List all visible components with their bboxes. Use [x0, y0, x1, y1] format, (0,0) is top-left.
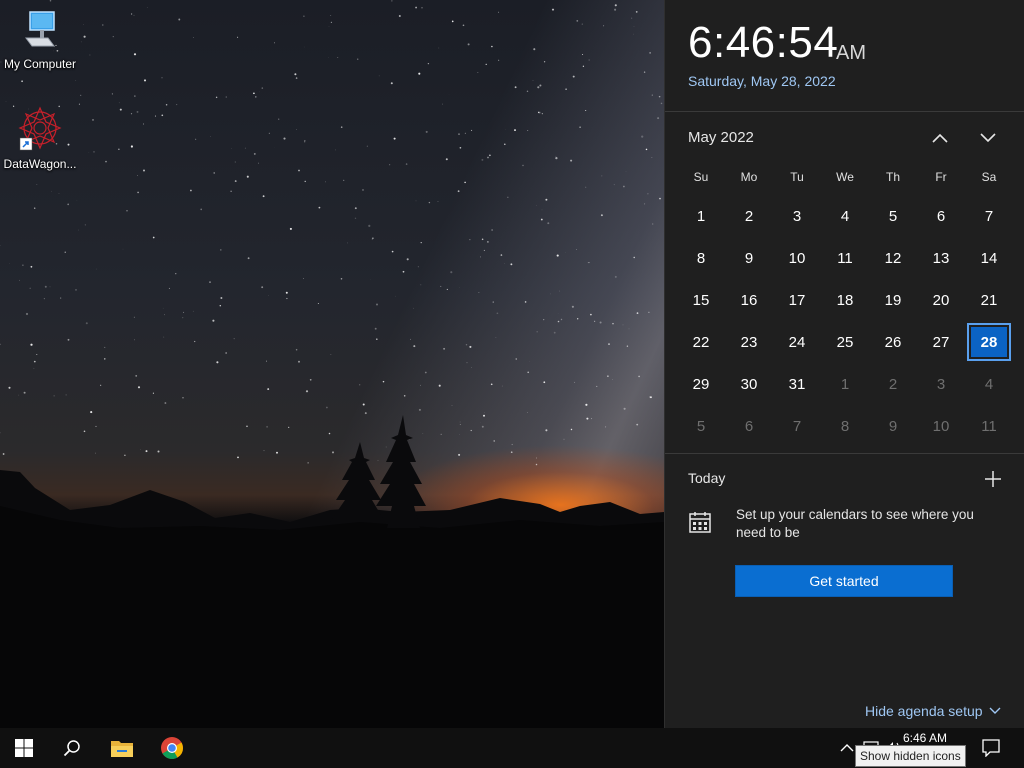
chevron-down-icon [989, 707, 1001, 714]
desktop-icon-my-computer[interactable]: My Computer [0, 8, 80, 71]
calendar-day[interactable]: 3 [917, 363, 965, 405]
action-center-button[interactable] [968, 728, 1014, 768]
calendar-day[interactable]: 16 [725, 279, 773, 321]
calendar-day[interactable]: 7 [965, 195, 1013, 237]
weekday-label: Sa [981, 170, 997, 184]
calendar-day[interactable]: 7 [773, 405, 821, 447]
calendar-day[interactable]: 4 [821, 195, 869, 237]
chevron-up-icon [932, 133, 948, 143]
weekday-label: Fr [935, 170, 947, 184]
previous-month-button[interactable] [927, 125, 953, 151]
desktop-icon-label: My Computer [3, 57, 77, 71]
clock-ampm: AM [836, 42, 866, 64]
clock-time: 6:46:54 [688, 18, 839, 67]
calendar-day[interactable]: 1 [677, 195, 725, 237]
calendar-day[interactable]: 12 [869, 237, 917, 279]
calendar-day[interactable]: 27 [917, 321, 965, 363]
search-icon [63, 740, 80, 757]
calendar-day[interactable]: 20 [917, 279, 965, 321]
calendar-day[interactable]: 24 [773, 321, 821, 363]
file-explorer-button[interactable] [98, 728, 146, 768]
calendar-icon [689, 512, 711, 533]
weekday-label: Tu [790, 170, 804, 184]
calendar-day[interactable]: 3 [773, 195, 821, 237]
divider [665, 453, 1024, 454]
calendar-day[interactable]: 14 [965, 237, 1013, 279]
notification-icon [982, 739, 1000, 757]
weekday-label: Su [693, 170, 709, 184]
weekday-label: We [836, 170, 854, 184]
calendar-day-grid: 1 2 3 4 5 6 7 8 9 10 11 12 13 14 15 16 17 18 19 20 21 22 23 24 2… [677, 195, 1013, 447]
show-hidden-icons-tooltip: Show hidden icons [855, 745, 966, 767]
desktop-icon-label: DataWagon... [3, 157, 77, 171]
calendar-day[interactable]: 8 [677, 237, 725, 279]
datawagon-shortcut-icon [18, 106, 62, 151]
calendar-day[interactable]: 18 [821, 279, 869, 321]
calendar-day[interactable]: 5 [677, 405, 725, 447]
calendar-day[interactable]: 19 [869, 279, 917, 321]
calendar-day[interactable]: 8 [821, 405, 869, 447]
add-event-icon[interactable] [981, 467, 1005, 491]
chrome-button[interactable] [148, 728, 196, 768]
calendar-day[interactable]: 2 [869, 363, 917, 405]
calendar-day[interactable]: 29 [677, 363, 725, 405]
calendar-day[interactable]: 13 [917, 237, 965, 279]
calendar-day[interactable]: 6 [917, 195, 965, 237]
calendar-day[interactable]: 10 [773, 237, 821, 279]
calendar-day[interactable]: 25 [821, 321, 869, 363]
weekday-header: Su Mo Tu We Th Fr Sa [677, 170, 1013, 184]
calendar-day[interactable]: 22 [677, 321, 725, 363]
search-button[interactable] [48, 728, 96, 768]
calendar-day[interactable]: 31 [773, 363, 821, 405]
start-button[interactable] [0, 728, 48, 768]
chevron-up-icon [840, 744, 854, 752]
calendar-day[interactable]: 17 [773, 279, 821, 321]
chevron-down-icon [980, 133, 996, 143]
divider [665, 111, 1024, 112]
agenda-today-label: Today [688, 470, 726, 486]
tray-clock[interactable]: 6:46 AM [903, 731, 947, 745]
chrome-icon [161, 737, 183, 759]
weekday-label: Th [885, 170, 900, 184]
calendar-day[interactable]: 15 [677, 279, 725, 321]
calendar-day[interactable]: 23 [725, 321, 773, 363]
get-started-button[interactable]: Get started [735, 565, 953, 597]
weekday-label: Mo [740, 170, 758, 184]
desktop-icon-datawagon[interactable]: DataWagon... [0, 106, 80, 171]
calendar-day[interactable]: 9 [869, 405, 917, 447]
windows-logo-icon [15, 739, 33, 757]
month-label[interactable]: May 2022 [688, 129, 754, 146]
clock-date[interactable]: Saturday, May 28, 2022 [688, 73, 836, 89]
agenda-setup-message: Set up your calendars to see where you n… [736, 507, 974, 540]
calendar-day[interactable]: 4 [965, 363, 1013, 405]
next-month-button[interactable] [975, 125, 1001, 151]
calendar-flyout: 6:46:54 AM Saturday, May 28, 2022 May 20… [664, 0, 1024, 728]
calendar-day[interactable]: 9 [725, 237, 773, 279]
computer-icon [25, 11, 55, 47]
hide-agenda-label: Hide agenda setup [865, 703, 983, 719]
wallpaper-mountains [0, 415, 664, 728]
calendar-day[interactable]: 30 [725, 363, 773, 405]
calendar-day[interactable]: 1 [821, 363, 869, 405]
calendar-day-today[interactable]: 28 [967, 323, 1011, 361]
file-explorer-icon [111, 741, 133, 757]
calendar-day[interactable]: 21 [965, 279, 1013, 321]
calendar-day[interactable]: 10 [917, 405, 965, 447]
calendar-day[interactable]: 6 [725, 405, 773, 447]
hide-agenda-setup-link[interactable]: Hide agenda setup [865, 703, 1001, 719]
calendar-day[interactable]: 11 [821, 237, 869, 279]
calendar-day[interactable]: 26 [869, 321, 917, 363]
calendar-day[interactable]: 5 [869, 195, 917, 237]
calendar-day[interactable]: 11 [965, 405, 1013, 447]
calendar-day[interactable]: 2 [725, 195, 773, 237]
